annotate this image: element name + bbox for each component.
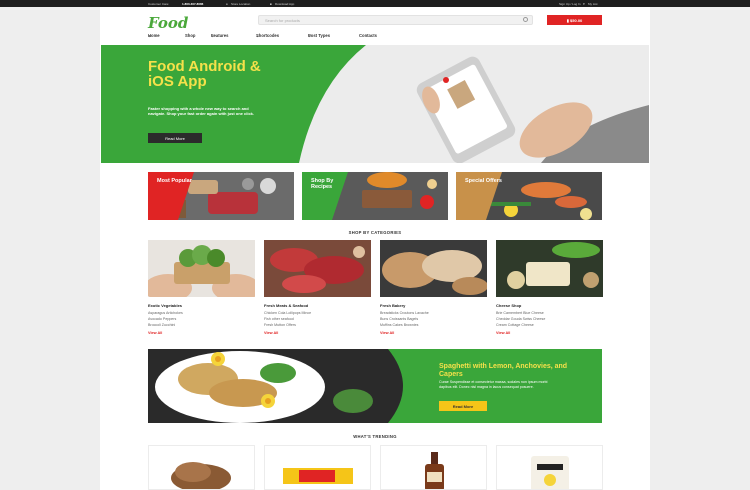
phone-icon: ■ <box>270 1 272 6</box>
category-title[interactable]: Exotic Vegetables <box>148 303 182 308</box>
chevron-down-icon: ⌄ <box>211 33 215 38</box>
hero-text: Faster shopping with a whole new way to … <box>148 106 255 116</box>
phone-label: Customer Care: <box>148 1 170 6</box>
hero-title: Food Android & iOS App <box>148 58 261 90</box>
search-icon[interactable] <box>523 17 528 22</box>
nav-item-shop[interactable]: Shop <box>185 33 195 38</box>
trending-product-bottle[interactable] <box>380 445 487 490</box>
category-link[interactable]: Buns Croissants Bagels <box>380 317 418 321</box>
category-link[interactable]: Breadsticks Croutons Lavache <box>380 311 429 315</box>
category-title[interactable]: Cheese Shop <box>496 303 521 308</box>
trending-heading: WHAT'S TRENDING <box>353 434 397 439</box>
view-all-link[interactable]: View All <box>496 331 510 335</box>
category-title[interactable]: Fresh Meats & Seafood <box>264 303 308 308</box>
category-link[interactable]: Broccoli Zucchini <box>148 323 175 327</box>
category-link[interactable]: Cheddar Gouda Swiss Cheese <box>496 317 545 321</box>
top-bar: Customer Care: 1-800-307-8086 ● Store Lo… <box>0 0 750 7</box>
bread-image <box>171 462 231 489</box>
feature-text: Curae Suspendisse et consectetur massa, … <box>439 380 548 389</box>
meat-image <box>264 240 371 297</box>
category-fresh-bakery[interactable]: Fresh Bakery Breadsticks Croutons Lavach… <box>380 240 487 335</box>
nav-item-contacts[interactable]: Contacts <box>359 33 377 38</box>
vegetables-image <box>148 240 255 297</box>
signup-login-link[interactable]: Sign Up / Log In <box>559 2 581 6</box>
search-placeholder: Search for products <box>265 18 300 23</box>
view-all-link[interactable]: View All <box>148 331 162 335</box>
hero-read-more-button[interactable]: Read More <box>148 133 202 143</box>
promo-label: Most Popular <box>157 178 192 184</box>
search-input[interactable]: Search for products <box>258 15 533 25</box>
wishlist-link[interactable]: My List <box>588 2 598 6</box>
feature-title: Spaghetti with Lemon, Anchovies, and Cap… <box>439 363 568 378</box>
view-all-link[interactable]: View All <box>264 331 278 335</box>
download-app-link[interactable]: Download App <box>275 2 294 6</box>
category-link[interactable]: Avocado Peppers <box>148 317 176 321</box>
category-link[interactable]: Chicken Cola Lollipops Mince <box>264 311 311 315</box>
phone-link[interactable]: 1-800-307-8086 <box>182 2 203 6</box>
cheese-image <box>496 240 603 297</box>
promo-label: Shop By Recipes <box>311 178 334 190</box>
chips-bag-image <box>531 456 569 489</box>
bottle-image <box>425 452 444 489</box>
promo-shop-by-recipes[interactable]: Shop By Recipes <box>302 172 448 220</box>
logo[interactable]: Food <box>148 14 188 32</box>
categories-heading: SHOP BY CATEGORIES <box>348 230 402 235</box>
trending-product-chips-bag[interactable] <box>496 445 603 490</box>
chevron-down-icon: ⌄ <box>148 33 152 38</box>
cart-button[interactable]: ▮ $50.00 <box>547 15 602 25</box>
heart-icon: ♥ <box>583 1 585 6</box>
category-link[interactable]: Muffins Cakes Brownies <box>380 323 418 327</box>
cart-total: $50.00 <box>570 17 583 23</box>
promo-most-popular[interactable]: Most Popular <box>148 172 294 220</box>
category-link[interactable]: Fresh Mutton Offers <box>264 323 296 327</box>
view-all-link[interactable]: View All <box>380 331 394 335</box>
category-fresh-meats[interactable]: Fresh Meats & Seafood Chicken Cola Lolli… <box>264 240 371 335</box>
category-title[interactable]: Fresh Bakery <box>380 303 405 308</box>
feature-banner[interactable]: Spaghetti with Lemon, Anchovies, and Cap… <box>148 349 602 423</box>
category-cheese-shop[interactable]: Cheese Shop Brie Camembert Blue Cheese C… <box>496 240 603 335</box>
category-exotic-vegetables[interactable]: Exotic Vegetables Asparagus Artichokes A… <box>148 240 255 335</box>
snack-bar-image <box>283 468 353 484</box>
hero-banner[interactable]: Food Android & iOS App Faster shopping w… <box>101 45 649 163</box>
store-location-link[interactable]: Store Location <box>231 2 250 6</box>
bakery-image <box>380 240 487 297</box>
pin-icon: ● <box>226 1 228 6</box>
promo-label: Special Offers <box>465 178 502 184</box>
category-link[interactable]: Cream Cottage Cheese <box>496 323 534 327</box>
category-link[interactable]: Asparagus Artichokes <box>148 311 183 315</box>
chevron-down-icon: ⌄ <box>308 33 312 38</box>
category-link[interactable]: Fish other seafood <box>264 317 294 321</box>
promo-special-offers[interactable]: Special Offers <box>456 172 602 220</box>
cart-icon: ▮ <box>566 17 569 23</box>
trending-product-bread[interactable] <box>148 445 255 490</box>
chevron-down-icon: ⌄ <box>256 33 260 38</box>
category-link[interactable]: Brie Camembert Blue Cheese <box>496 311 544 315</box>
trending-product-snack-bar[interactable] <box>264 445 371 490</box>
feature-read-more-button[interactable]: Read More <box>439 401 487 411</box>
